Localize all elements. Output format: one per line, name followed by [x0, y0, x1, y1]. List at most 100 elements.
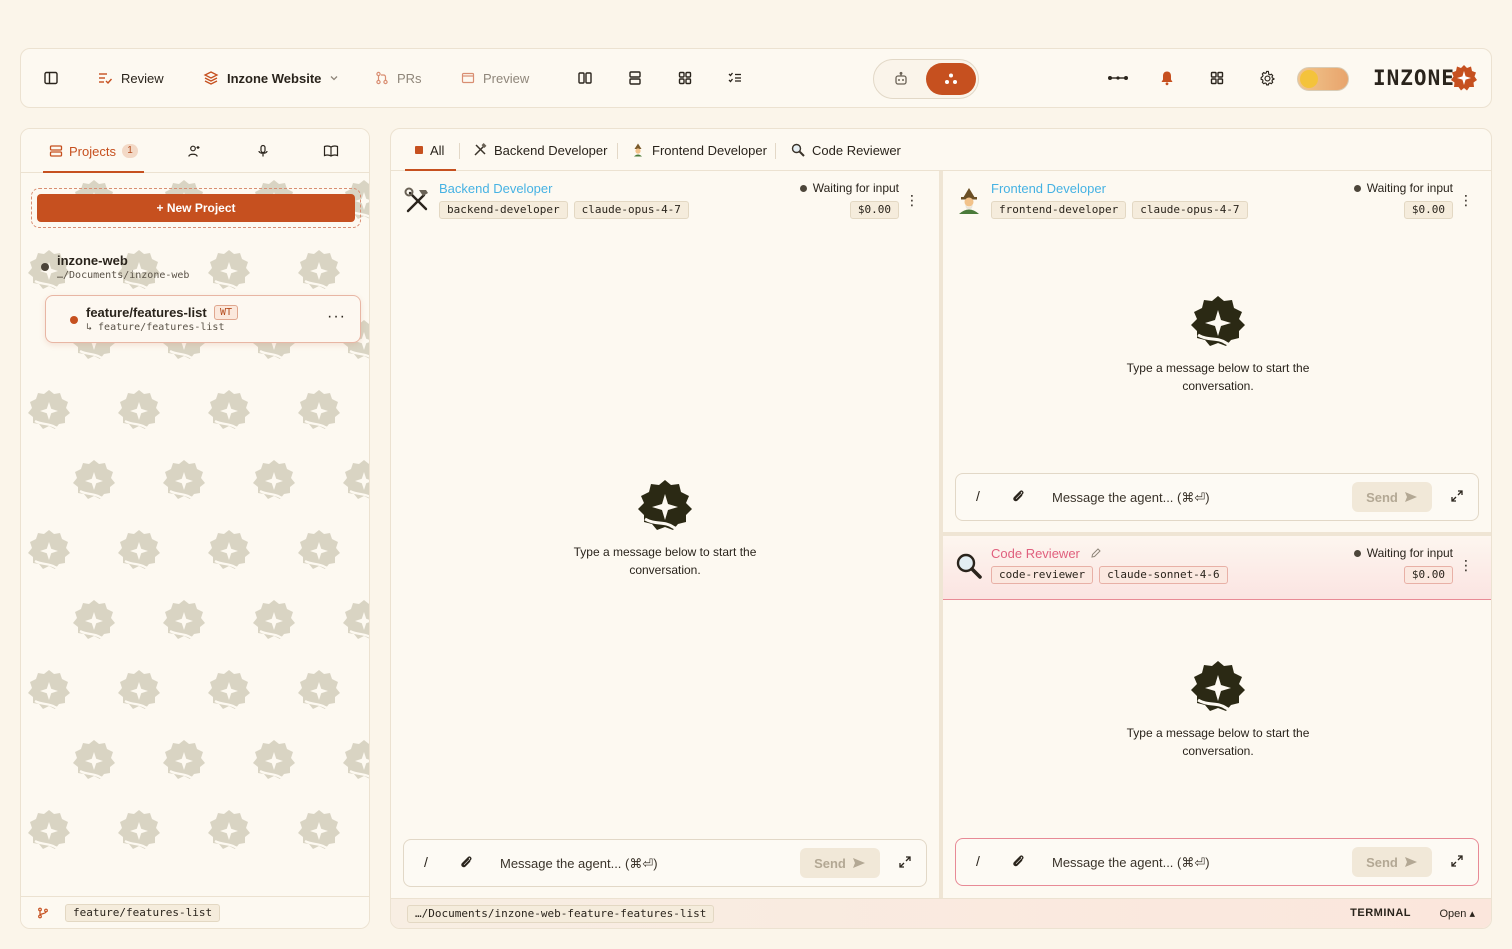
sidebar-toggle-button[interactable] — [43, 49, 59, 107]
layers-icon — [203, 71, 219, 85]
expand-icon[interactable] — [1450, 489, 1464, 503]
agent-cost: $0.00 — [1403, 566, 1453, 584]
agent-status-label: Waiting for input — [812, 181, 899, 195]
tab-all[interactable]: All — [404, 129, 458, 171]
expand-icon[interactable] — [898, 855, 912, 869]
review-button[interactable]: Review — [97, 49, 164, 107]
tab-separator — [617, 143, 618, 159]
agent-model-tag: claude-sonnet-4-6 — [1099, 566, 1228, 584]
sidebar: Projects 1 + New Project inzone-web …/Do… — [20, 128, 370, 929]
paperclip-icon[interactable] — [1010, 853, 1026, 869]
empty-state-line2: conversation. — [1182, 379, 1254, 393]
slash-commands-button[interactable]: / — [424, 854, 428, 870]
tab-reviewer-label: Code Reviewer — [812, 142, 901, 158]
preview-label: Preview — [483, 70, 530, 86]
pull-request-icon — [376, 71, 388, 85]
tab-backend-developer[interactable]: Backend Developer — [473, 129, 607, 171]
hammer-wrench-icon — [474, 143, 487, 156]
message-input[interactable] — [1052, 848, 1382, 876]
tab-frontend-developer[interactable]: Frontend Developer — [631, 129, 767, 171]
gear-icon — [1260, 70, 1275, 85]
layout-columns-button[interactable] — [577, 49, 593, 107]
status-dot — [1353, 184, 1361, 192]
new-project-button[interactable]: + New Project — [37, 194, 355, 222]
tab-agents[interactable] — [187, 129, 201, 173]
expand-icon[interactable] — [1450, 854, 1464, 868]
terminal-label: TERMINAL — [1350, 907, 1411, 919]
agent-header: Code Reviewer code-reviewer claude-sonne… — [943, 536, 1491, 600]
notifications-button[interactable] — [1159, 49, 1175, 107]
agent-status: Waiting for input — [1353, 181, 1453, 195]
message-composer: / Send — [955, 473, 1479, 521]
agent-model-tag: claude-opus-4-7 — [1132, 201, 1248, 219]
stack-icon — [49, 145, 63, 157]
send-button[interactable]: Send — [1352, 482, 1432, 512]
rows-icon — [629, 71, 641, 85]
agent-pane-reviewer: Code Reviewer code-reviewer claude-sonne… — [943, 536, 1491, 899]
project-selector-label: Inzone Website — [227, 70, 322, 86]
send-button[interactable]: Send — [800, 848, 880, 878]
agent-tabs: All Backend Developer Frontend Developer… — [391, 129, 1491, 171]
slash-commands-button[interactable]: / — [976, 488, 980, 504]
tab-code-reviewer[interactable]: Code Reviewer — [791, 129, 901, 171]
terminal-bar: …/Documents/inzone-web-feature-features-… — [391, 898, 1491, 928]
tab-frontend-label: Frontend Developer — [652, 142, 767, 158]
multi-agent-mode-button[interactable] — [926, 63, 976, 95]
bell-icon — [1161, 71, 1173, 86]
tab-docs[interactable] — [323, 129, 339, 173]
settings-button[interactable] — [1259, 49, 1276, 107]
agent-pane-frontend: Frontend Developer frontend-developer cl… — [943, 171, 1491, 532]
connections-button[interactable] — [1107, 49, 1129, 107]
open-terminal-button[interactable]: Open ▴ — [1440, 907, 1476, 920]
apps-button[interactable] — [1209, 49, 1225, 107]
project-selector[interactable]: Inzone Website — [203, 49, 339, 107]
prs-button[interactable]: PRs — [375, 49, 422, 107]
agent-status-label: Waiting for input — [1366, 546, 1453, 560]
grid-icon — [678, 71, 692, 85]
agent-status: Waiting for input — [799, 181, 899, 195]
single-agent-mode-button[interactable] — [878, 63, 924, 95]
layout-rows-button[interactable] — [627, 49, 643, 107]
paperclip-icon[interactable] — [458, 854, 474, 870]
git-branch-icon — [38, 907, 48, 918]
agent-status-label: Waiting for input — [1366, 181, 1453, 195]
message-composer: / Send — [955, 838, 1479, 886]
preview-button[interactable]: Preview — [461, 49, 529, 107]
agent-menu-button[interactable]: ⋮ — [1459, 193, 1473, 207]
paperclip-icon[interactable] — [1010, 488, 1026, 504]
sun-icon — [1300, 70, 1318, 88]
tab-voice[interactable] — [256, 129, 270, 173]
tab-projects[interactable]: Projects 1 — [43, 129, 144, 173]
empty-state-line1: Type a message below to start the — [1126, 361, 1310, 375]
slash-commands-button[interactable]: / — [976, 853, 980, 869]
sidebar-toggle-icon — [44, 71, 58, 85]
agent-cost: $0.00 — [849, 201, 899, 219]
agent-header: Backend Developer backend-developer clau… — [391, 171, 939, 227]
worktree-item[interactable]: feature/features-list WT ↳ feature/featu… — [45, 295, 361, 343]
message-composer: / Send — [403, 839, 927, 887]
agent-header: Frontend Developer frontend-developer cl… — [943, 171, 1491, 227]
worktree-path-chip: …/Documents/inzone-web-feature-features-… — [407, 905, 715, 923]
sidebar-footer: feature/features-list — [21, 896, 369, 928]
message-input[interactable] — [1052, 483, 1382, 511]
microphone-icon — [258, 144, 268, 157]
pencil-icon[interactable] — [1090, 547, 1102, 559]
send-label: Send — [1366, 854, 1398, 870]
review-list-icon — [99, 73, 113, 85]
inzone-logo-icon — [1451, 65, 1477, 91]
project-path: …/Documents/inzone-web — [57, 270, 190, 281]
empty-state: Type a message below to start the conver… — [391, 477, 939, 579]
current-branch-chip: feature/features-list — [65, 903, 221, 922]
message-input[interactable] — [500, 849, 830, 877]
inzone-mark-icon — [1191, 661, 1245, 712]
open-book-icon — [323, 145, 339, 157]
theme-toggle[interactable] — [1297, 67, 1349, 91]
send-button[interactable]: Send — [1352, 847, 1432, 877]
empty-state-line1: Type a message below to start the — [573, 545, 757, 559]
task-list-button[interactable] — [727, 49, 743, 107]
agent-menu-button[interactable]: ⋮ — [905, 193, 919, 207]
agent-menu-button[interactable]: ⋮ — [1459, 558, 1473, 572]
layout-grid-button[interactable] — [677, 49, 693, 107]
user-plus-icon — [188, 145, 200, 157]
worktree-more-button[interactable]: ··· — [327, 308, 346, 326]
